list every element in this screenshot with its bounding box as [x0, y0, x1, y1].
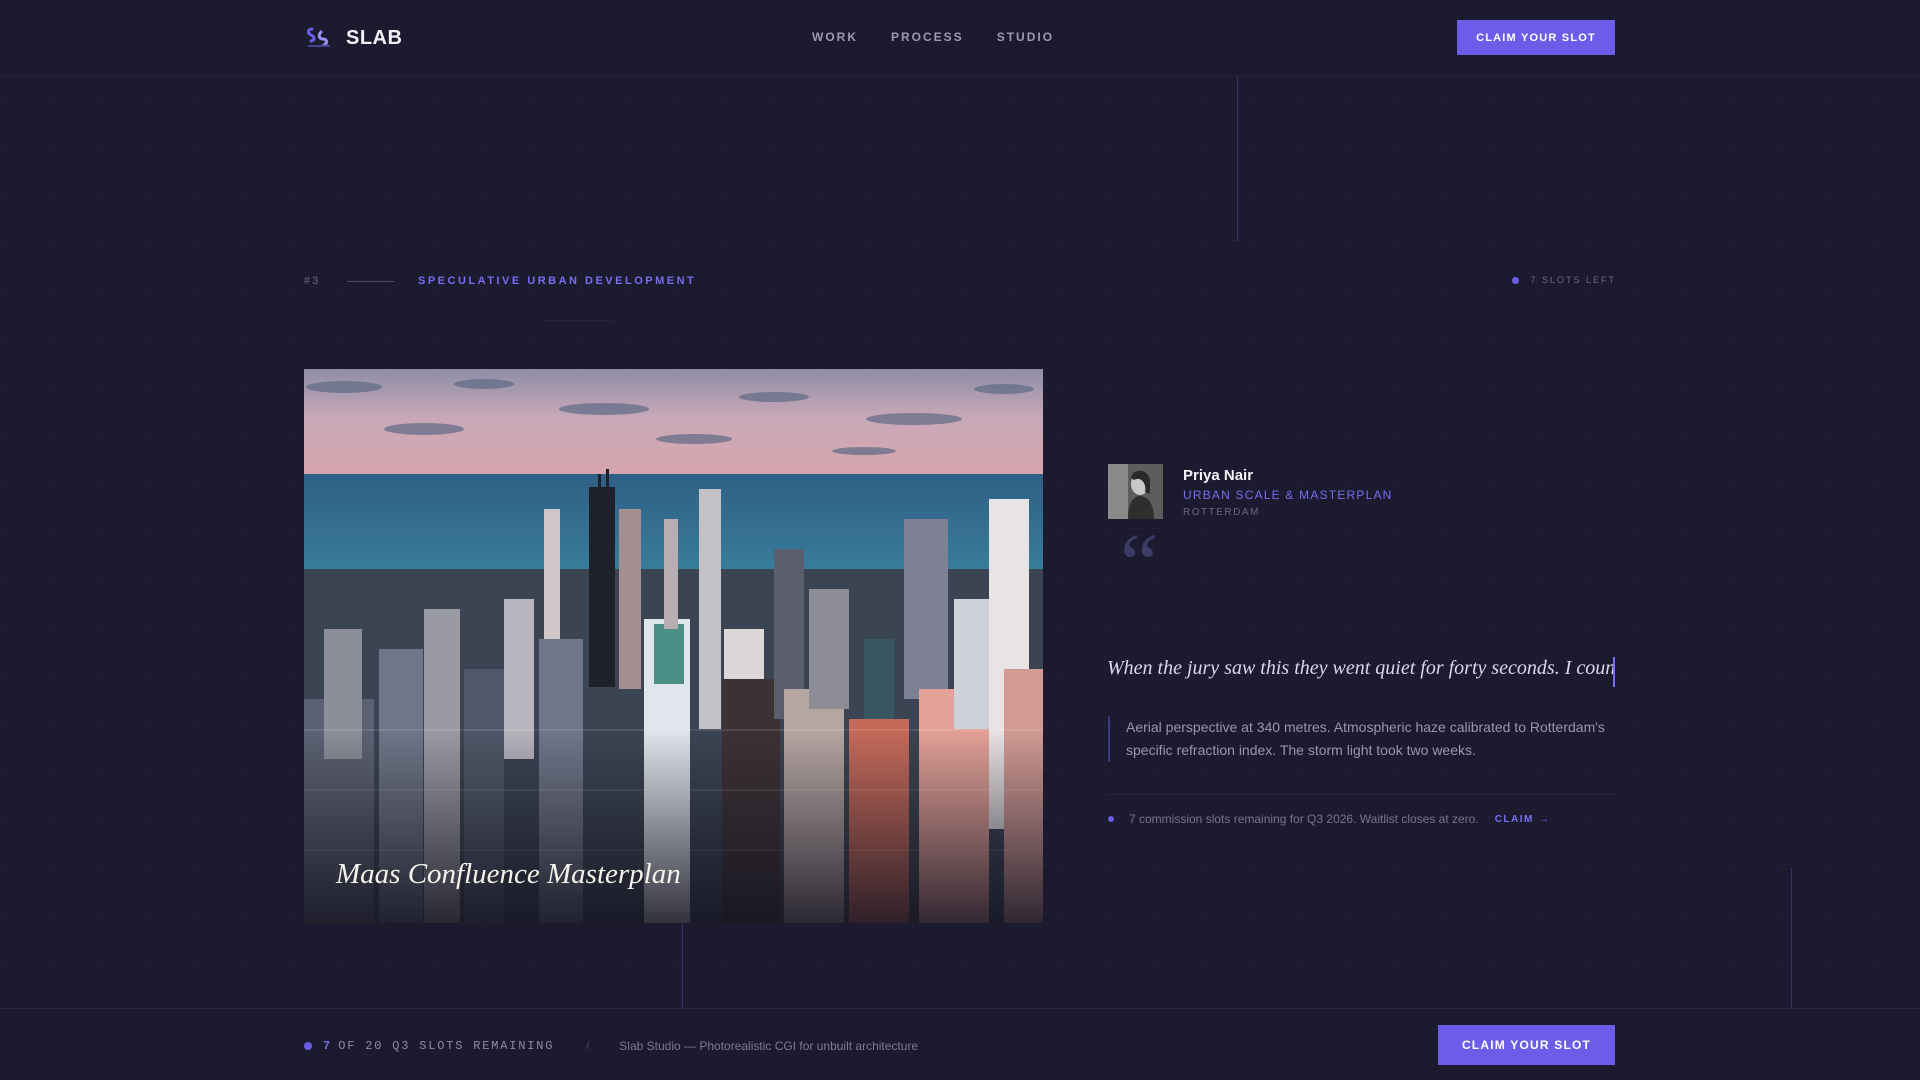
slots-count: 7 — [323, 1039, 331, 1053]
testimonial-city: ROTTERDAM — [1183, 507, 1260, 518]
sticky-footer-bar: 7 OF 20 Q3 SLOTS REMAINING / Slab Studio… — [0, 1008, 1920, 1080]
project-image[interactable]: Maas Confluence Masterplan — [304, 369, 1043, 923]
commission-notice: 7 commission slots remaining for Q3 2026… — [1108, 812, 1549, 826]
landing-page: SLAB WORK PROCESS STUDIO CLAIM YOUR SLOT… — [0, 0, 1920, 1080]
project-category: SPECULATIVE URBAN DEVELOPMENT — [418, 275, 697, 287]
testimonial-name: Priya Nair — [1183, 467, 1254, 484]
testimonial-role: URBAN SCALE & MASTERPLAN — [1183, 488, 1393, 502]
divider — [543, 320, 613, 321]
decor-line — [1791, 868, 1792, 1008]
project-description: Aerial perspective at 340 metres. Atmosp… — [1108, 716, 1615, 762]
brand[interactable]: SLAB — [304, 24, 402, 52]
avatar — [1108, 464, 1163, 519]
decor-line — [1237, 76, 1238, 241]
slots-left-label: 7 SLOTS LEFT — [1530, 275, 1616, 285]
quote-mark-icon: “ — [1120, 515, 1159, 611]
commission-text: 7 commission slots remaining for Q3 2026… — [1129, 812, 1479, 826]
project-index: #3 — [304, 275, 321, 287]
divider — [1108, 794, 1615, 795]
separator: / — [586, 1040, 590, 1052]
portrait-image — [1108, 464, 1163, 519]
slab-logo-icon — [307, 27, 330, 47]
status-dot — [1512, 276, 1520, 284]
nav-studio[interactable]: STUDIO — [997, 30, 1054, 44]
divider — [347, 281, 394, 282]
status-dot — [1108, 816, 1114, 822]
main-nav: WORK PROCESS STUDIO — [812, 30, 1087, 44]
arrow-right-icon: → — [1538, 813, 1549, 825]
nav-work[interactable]: WORK — [812, 30, 858, 44]
studio-tagline: Slab Studio — Photorealistic CGI for unb… — [619, 1039, 919, 1053]
slots-counter: 7 OF 20 Q3 SLOTS REMAINING / Slab Studio… — [304, 1039, 918, 1053]
claim-slot-footer-button[interactable]: CLAIM YOUR SLOT — [1438, 1025, 1615, 1065]
status-dot — [304, 1042, 312, 1050]
city-skyline-image — [304, 369, 1043, 923]
slots-count-label: OF 20 Q3 SLOTS REMAINING — [338, 1039, 555, 1053]
decor-line — [682, 923, 683, 1008]
project-title: Maas Confluence Masterplan — [336, 858, 681, 890]
slots-left-indicator: 7 SLOTS LEFT — [1512, 275, 1616, 285]
claim-link[interactable]: CLAIM — [1495, 814, 1534, 825]
claim-slot-button[interactable]: CLAIM YOUR SLOT — [1457, 20, 1615, 55]
nav-process[interactable]: PROCESS — [891, 30, 964, 44]
top-navbar: SLAB WORK PROCESS STUDIO CLAIM YOUR SLOT — [0, 0, 1920, 76]
testimonial-quote: When the jury saw this they went quiet f… — [1107, 657, 1615, 687]
brand-name: SLAB — [346, 26, 403, 49]
